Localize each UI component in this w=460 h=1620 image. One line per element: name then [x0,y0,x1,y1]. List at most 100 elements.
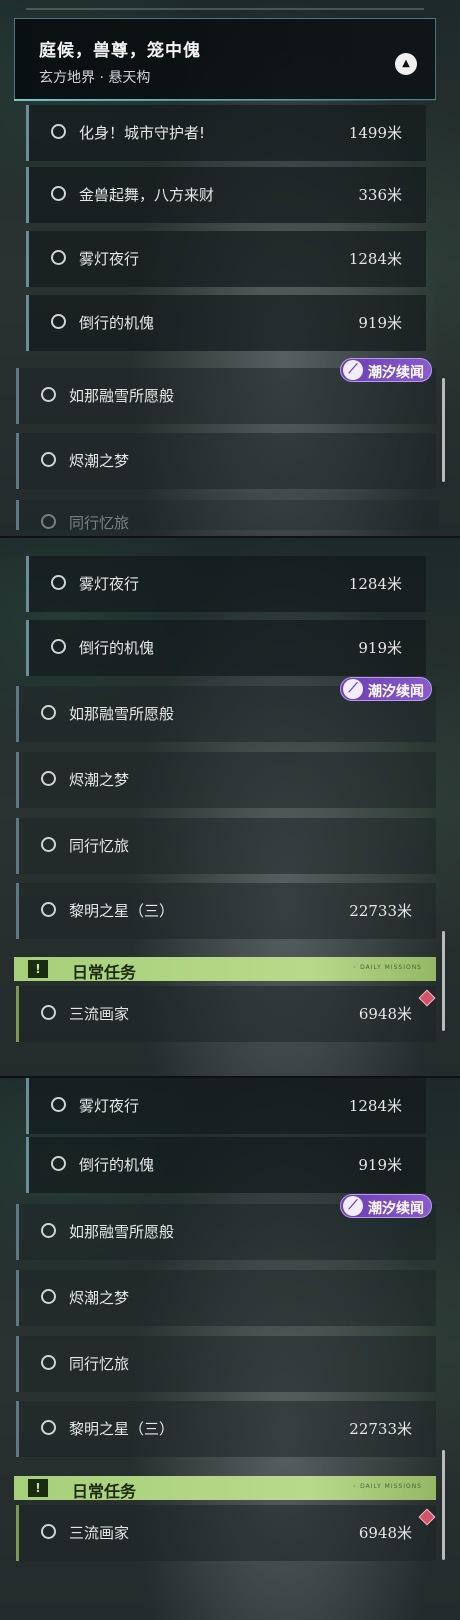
quest-row-distance: 919米 [358,314,402,332]
quest-tracker-panel-2: 雾灯夜行 1284米 倒行的机傀 919米 如那融雪所愿般 ⟋ 潮汐续闻 烬潮之… [0,538,460,1078]
circle-icon [41,387,56,402]
quest-row-label: 同行忆旅 [69,1355,130,1373]
alert-icon: ! [28,960,48,978]
quest-row[interactable]: 黎明之星（三） 22733米 [16,1401,436,1457]
quest-title: 庭候，兽尊，笼中傀 [39,41,201,61]
circle-icon [41,1005,56,1020]
circle-icon [51,575,66,590]
quest-row-label: 同行忆旅 [69,514,130,530]
quest-row-distance: 1284米 [348,575,402,593]
circle-icon [41,1289,56,1304]
quest-row[interactable]: 倒行的机傀 919米 [26,295,426,351]
tide-continuation-badge: ⟋ 潮汐续闻 [340,677,432,701]
quest-row[interactable]: 倒行的机傀 919米 [26,1137,426,1193]
quest-row[interactable]: 化身！城市守护者! 1499米 [26,105,426,161]
quest-row[interactable]: 倒行的机傀 919米 [26,620,426,676]
quest-row-distance: 919米 [358,1156,402,1174]
daily-tasks-caption: ◦ DAILY MISSIONS [352,964,422,971]
badge-label: 潮汐续闻 [368,1201,424,1217]
quest-row-distance: 919米 [358,639,402,657]
quest-row[interactable]: 雾灯夜行 1284米 [26,1078,426,1134]
tide-continuation-badge: ⟋ 潮汐续闻 [340,1194,432,1218]
quest-tracker-panel-1: 庭候，兽尊，笼中傀 玄方地界 · 悬天构 ▲ 化身！城市守护者! 1499米 金… [0,0,460,538]
quest-row-label: 烬潮之梦 [69,771,130,789]
collapse-chevron-up-icon[interactable]: ▲ [395,53,417,75]
quest-row-label: 金兽起舞，八方来财 [79,186,215,204]
badge-label: 潮汐续闻 [368,684,424,700]
quest-row-label: 烬潮之梦 [69,1289,130,1307]
quest-row[interactable]: 烬潮之梦 [16,433,436,489]
quest-row[interactable]: 雾灯夜行 1284米 [26,231,426,287]
quest-row-distance: 1499米 [348,124,402,142]
circle-icon [51,250,66,265]
circle-icon [41,705,56,720]
circle-icon [51,639,66,654]
quest-row-label: 三流画家 [69,1005,130,1023]
quest-row[interactable]: 黎明之星（三） 22733米 [16,883,436,939]
tide-icon: ⟋ [343,679,363,699]
list-top-edge [26,8,424,10]
header-underline [14,99,436,101]
daily-tasks-header[interactable]: ! 日常任务 ◦ DAILY MISSIONS [14,1476,436,1501]
quest-row[interactable]: 三流画家 6948米 [16,986,436,1042]
quest-row-label: 雾灯夜行 [79,575,140,593]
quest-row-distance: 1284米 [348,250,402,268]
quest-row-label: 黎明之星（三） [69,1420,175,1438]
circle-icon [41,1420,56,1435]
quest-row-label: 同行忆旅 [69,837,130,855]
tide-continuation-badge: ⟋ 潮汐续闻 [340,358,432,382]
quest-row[interactable]: 烬潮之梦 [16,1270,436,1326]
tide-icon: ⟋ [343,360,363,380]
quest-row-label: 倒行的机傀 [79,639,155,657]
tide-icon: ⟋ [343,1196,363,1216]
circle-icon [41,902,56,917]
circle-icon [51,1097,66,1112]
quest-row[interactable]: 同行忆旅 [16,818,436,874]
quest-row[interactable]: 金兽起舞，八方来财 336米 [26,167,426,223]
daily-tasks-header[interactable]: ! 日常任务 ◦ DAILY MISSIONS [14,957,436,982]
quest-location: 玄方地界 · 悬天构 [39,70,151,86]
daily-tasks-title: 日常任务 [72,1482,137,1501]
badge-label: 潮汐续闻 [368,365,424,381]
quest-row-label: 如那融雪所愿般 [69,1223,175,1241]
quest-row-distance: 336米 [358,186,402,204]
quest-row-label: 如那融雪所愿般 [69,387,175,405]
quest-row-partial[interactable]: 同行忆旅 [16,500,439,530]
quest-row-label: 雾灯夜行 [79,250,140,268]
quest-row-label: 雾灯夜行 [79,1097,140,1115]
quest-row-label: 黎明之星（三） [69,902,175,920]
circle-icon [51,186,66,201]
circle-icon [51,124,66,139]
quest-row-label: 烬潮之梦 [69,452,130,470]
circle-icon [51,314,66,329]
quest-row-distance: 22733米 [349,902,412,920]
quest-row-distance: 6948米 [358,1524,412,1542]
circle-icon [51,1156,66,1171]
quest-row-label: 化身！城市守护者! [79,124,206,142]
circle-icon [41,771,56,786]
scrollbar[interactable] [442,378,445,482]
quest-header[interactable]: 庭候，兽尊，笼中傀 玄方地界 · 悬天构 ▲ [14,18,436,100]
quest-row-label: 倒行的机傀 [79,314,155,332]
quest-row-distance: 1284米 [348,1097,402,1115]
quest-row-distance: 6948米 [358,1005,412,1023]
circle-icon [41,837,56,852]
daily-tasks-title: 日常任务 [72,963,137,982]
quest-row[interactable]: 雾灯夜行 1284米 [26,556,426,612]
quest-row-distance: 22733米 [349,1420,412,1438]
quest-row-label: 三流画家 [69,1524,130,1542]
quest-row[interactable]: 烬潮之梦 [16,752,436,808]
quest-row-label: 如那融雪所愿般 [69,705,175,723]
quest-row[interactable]: 同行忆旅 [16,1336,436,1392]
quest-row[interactable]: 三流画家 6948米 [16,1505,436,1561]
circle-icon [41,514,56,529]
circle-icon [41,452,56,467]
circle-icon [41,1524,56,1539]
scrollbar[interactable] [442,1450,445,1560]
quest-row-label: 倒行的机傀 [79,1156,155,1174]
daily-tasks-caption: ◦ DAILY MISSIONS [352,1483,422,1490]
scrollbar[interactable] [442,931,445,1031]
alert-icon: ! [28,1479,48,1497]
circle-icon [41,1223,56,1238]
quest-tracker-panel-3: 雾灯夜行 1284米 倒行的机傀 919米 如那融雪所愿般 ⟋ 潮汐续闻 烬潮之… [0,1078,460,1620]
